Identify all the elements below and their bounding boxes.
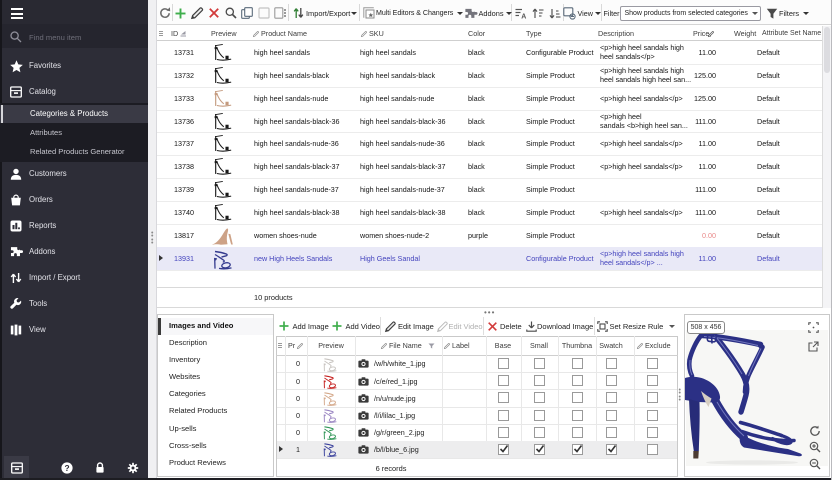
svg-text:?: ? [64, 462, 69, 472]
svg-text:A: A [521, 13, 526, 20]
